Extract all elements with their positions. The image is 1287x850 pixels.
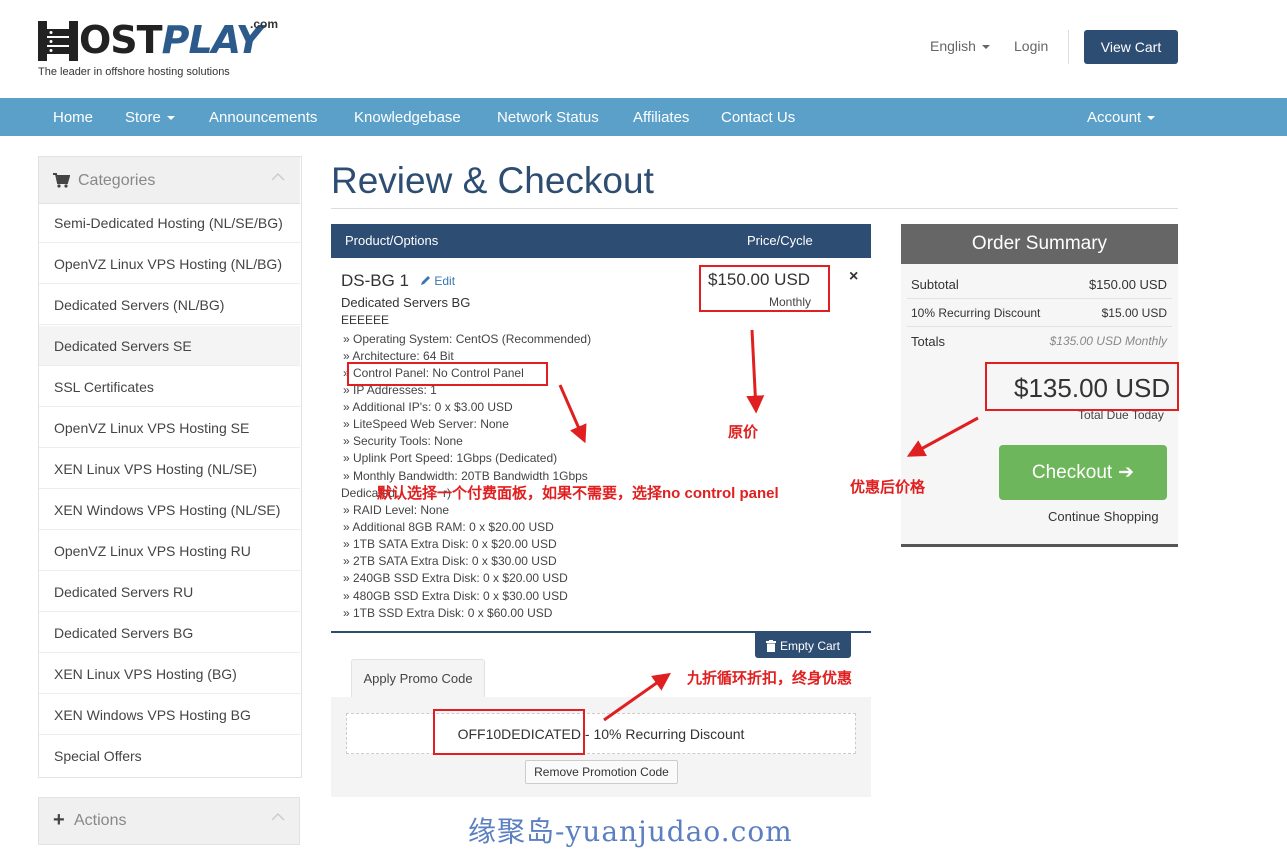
arrow-price xyxy=(746,329,765,414)
arrow-control-panel xyxy=(558,384,587,444)
annotation-arrows xyxy=(558,329,979,722)
annotation-control-panel-note: 默认选择一个付费面板，如果不需要，选择no control panel xyxy=(377,485,779,502)
annotation-promo-note: 九折循环折扣，终身优惠 xyxy=(687,670,853,687)
annotation-original-price: 原价 xyxy=(728,424,759,441)
watermark: 缘聚岛-yuanjudao.com xyxy=(468,815,793,848)
annotation-discounted-price: 优惠后价格 xyxy=(850,479,926,496)
arrow-total xyxy=(906,416,979,457)
arrow-promo xyxy=(603,672,671,722)
